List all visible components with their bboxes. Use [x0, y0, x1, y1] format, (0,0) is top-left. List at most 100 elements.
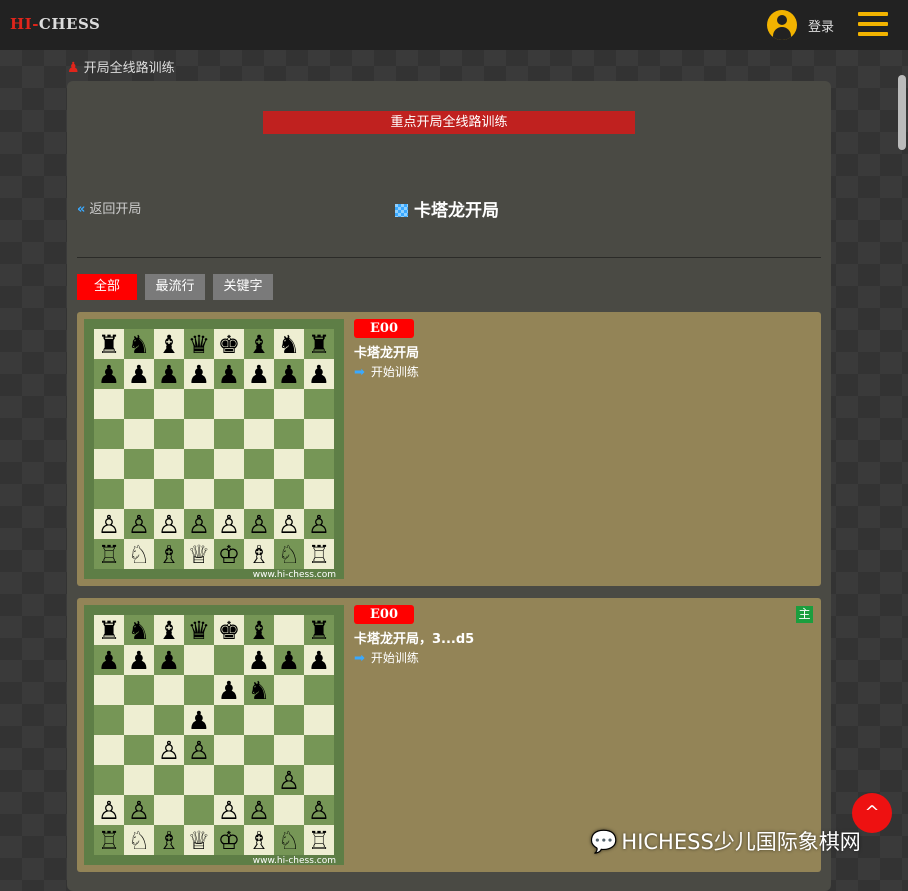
board-square — [274, 479, 304, 509]
white-pawn-icon: ♙ — [97, 795, 121, 825]
board-square — [184, 675, 214, 705]
start-training-label: 开始训练 — [370, 651, 419, 665]
user-icon[interactable] — [767, 10, 797, 40]
site-logo[interactable]: HI-CHESS — [10, 15, 100, 33]
black-knight-icon: ♞ — [277, 329, 301, 359]
white-pawn-icon: ♙ — [307, 509, 331, 539]
board-square: ♜ — [94, 615, 124, 645]
arrow-right-icon: ➡ — [354, 651, 365, 666]
board-square: ♘ — [274, 539, 304, 569]
board-square — [304, 705, 334, 735]
board-square — [214, 389, 244, 419]
board-square: ♝ — [244, 329, 274, 359]
board-square — [154, 419, 184, 449]
board-square — [184, 765, 214, 795]
board-square — [214, 765, 244, 795]
white-bishop-icon: ♗ — [247, 539, 271, 569]
board-square — [244, 389, 274, 419]
board-square — [154, 449, 184, 479]
hamburger-menu-icon[interactable] — [858, 12, 888, 38]
board-square: ♗ — [154, 539, 184, 569]
black-pawn-icon: ♟ — [187, 705, 211, 735]
board-square — [274, 449, 304, 479]
board-square — [94, 675, 124, 705]
board-square: ♙ — [214, 795, 244, 825]
filter-keyword-button[interactable]: 关键字 — [213, 274, 273, 300]
filter-popular-button[interactable]: 最流行 — [145, 274, 205, 300]
eco-code-badge: E00 — [354, 605, 414, 624]
chess-board: ♜ ♞ ♝ ♛ ♚ ♝ ♞ ♜ ♟ ♟ ♟ ♟ ♟ ♟ ♟ ♟ ♙ ♙ ♙ ♙ ♙ ♙ ♙ ♙ ♖ ♘ ♗ ♕ ♔ ♗ ♘ ♖ — [94, 329, 334, 569]
black-king-icon: ♚ — [217, 329, 241, 359]
black-bishop-icon: ♝ — [157, 615, 181, 645]
board-square: ♟ — [94, 359, 124, 389]
opening-name[interactable]: 卡塔龙开局，3...d5 — [354, 628, 474, 647]
board-square: ♙ — [244, 795, 274, 825]
back-link-label: 返回开局 — [89, 202, 142, 217]
board-square — [154, 795, 184, 825]
page-title: 卡塔龙开局 — [395, 196, 499, 221]
black-queen-icon: ♛ — [187, 329, 211, 359]
board-square: ♟ — [184, 359, 214, 389]
black-rook-icon: ♜ — [97, 329, 121, 359]
board-square — [304, 419, 334, 449]
board-square — [304, 675, 334, 705]
white-rook-icon: ♖ — [97, 825, 121, 855]
board-square — [304, 735, 334, 765]
board-caption: www.hi-chess.com — [252, 856, 336, 866]
board-square — [124, 735, 154, 765]
wechat-icon: 💬 — [590, 830, 618, 855]
top-nav-bar: HI-CHESS 登录 — [0, 0, 908, 50]
board-square — [244, 735, 274, 765]
opening-name[interactable]: 卡塔龙开局 — [354, 342, 419, 361]
board-square: ♘ — [124, 539, 154, 569]
breadcrumb[interactable]: ♟ 开局全线路训练 — [67, 57, 175, 76]
black-pawn-icon: ♟ — [97, 645, 121, 675]
arrow-right-icon: ➡ — [354, 365, 365, 380]
board-square: ♖ — [304, 539, 334, 569]
white-pawn-icon: ♙ — [217, 509, 241, 539]
board-square — [124, 419, 154, 449]
board-square: ♛ — [184, 615, 214, 645]
back-to-openings-link[interactable]: «返回开局 — [77, 198, 141, 217]
board-square — [244, 705, 274, 735]
white-rook-icon: ♖ — [307, 825, 331, 855]
board-square — [124, 705, 154, 735]
board-square: ♕ — [184, 539, 214, 569]
black-queen-icon: ♛ — [187, 615, 211, 645]
white-pawn-icon: ♙ — [247, 509, 271, 539]
start-training-link[interactable]: ➡ 开始训练 — [354, 363, 419, 380]
black-rook-icon: ♜ — [307, 329, 331, 359]
board-square — [154, 479, 184, 509]
board-frame[interactable]: ♜ ♞ ♝ ♛ ♚ ♝ ♞ ♜ ♟ ♟ ♟ ♟ ♟ ♟ ♟ ♟ ♙ ♙ ♙ ♙ ♙ ♙ ♙ ♙ ♖ ♘ ♗ ♕ ♔ ♗ ♘ ♖ www.hi-… — [84, 319, 344, 580]
eco-code-badge: E00 — [354, 319, 414, 338]
board-square: ♙ — [304, 795, 334, 825]
board-square — [214, 479, 244, 509]
double-chevron-left-icon: « — [77, 202, 86, 217]
board-square — [184, 419, 214, 449]
board-square: ♔ — [214, 539, 244, 569]
board-square — [304, 479, 334, 509]
board-square: ♜ — [94, 329, 124, 359]
board-square: ♟ — [124, 645, 154, 675]
board-square — [184, 645, 214, 675]
white-pawn-icon: ♙ — [247, 795, 271, 825]
board-square: ♗ — [244, 825, 274, 855]
board-square: ♟ — [124, 359, 154, 389]
board-frame[interactable]: ♜ ♞ ♝ ♛ ♚ ♝ ♜ ♟ ♟ ♟ ♟ ♟ ♟ ♟ ♞ ♟ ♙ ♙ ♙ ♙ ♙ ♙ ♙ ♙ ♖ ♘ ♗ ♕ ♔ ♗ ♘ ♖ www.hi-… — [84, 605, 344, 866]
training-banner-button[interactable]: 重点开局全线路训练 — [263, 111, 635, 134]
board-square: ♙ — [124, 509, 154, 539]
scrollbar-thumb[interactable] — [898, 75, 906, 150]
white-rook-icon: ♖ — [97, 539, 121, 569]
board-square: ♟ — [184, 705, 214, 735]
board-square — [154, 705, 184, 735]
checkerboard-icon — [395, 204, 408, 217]
black-pawn-icon: ♟ — [247, 645, 271, 675]
board-square: ♟ — [244, 359, 274, 389]
board-square — [304, 449, 334, 479]
start-training-label: 开始训练 — [370, 365, 419, 379]
start-training-link[interactable]: ➡ 开始训练 — [354, 649, 419, 666]
login-link[interactable]: 登录 — [808, 16, 834, 35]
board-square — [124, 389, 154, 419]
board-square — [154, 389, 184, 419]
filter-all-button[interactable]: 全部 — [77, 274, 137, 300]
